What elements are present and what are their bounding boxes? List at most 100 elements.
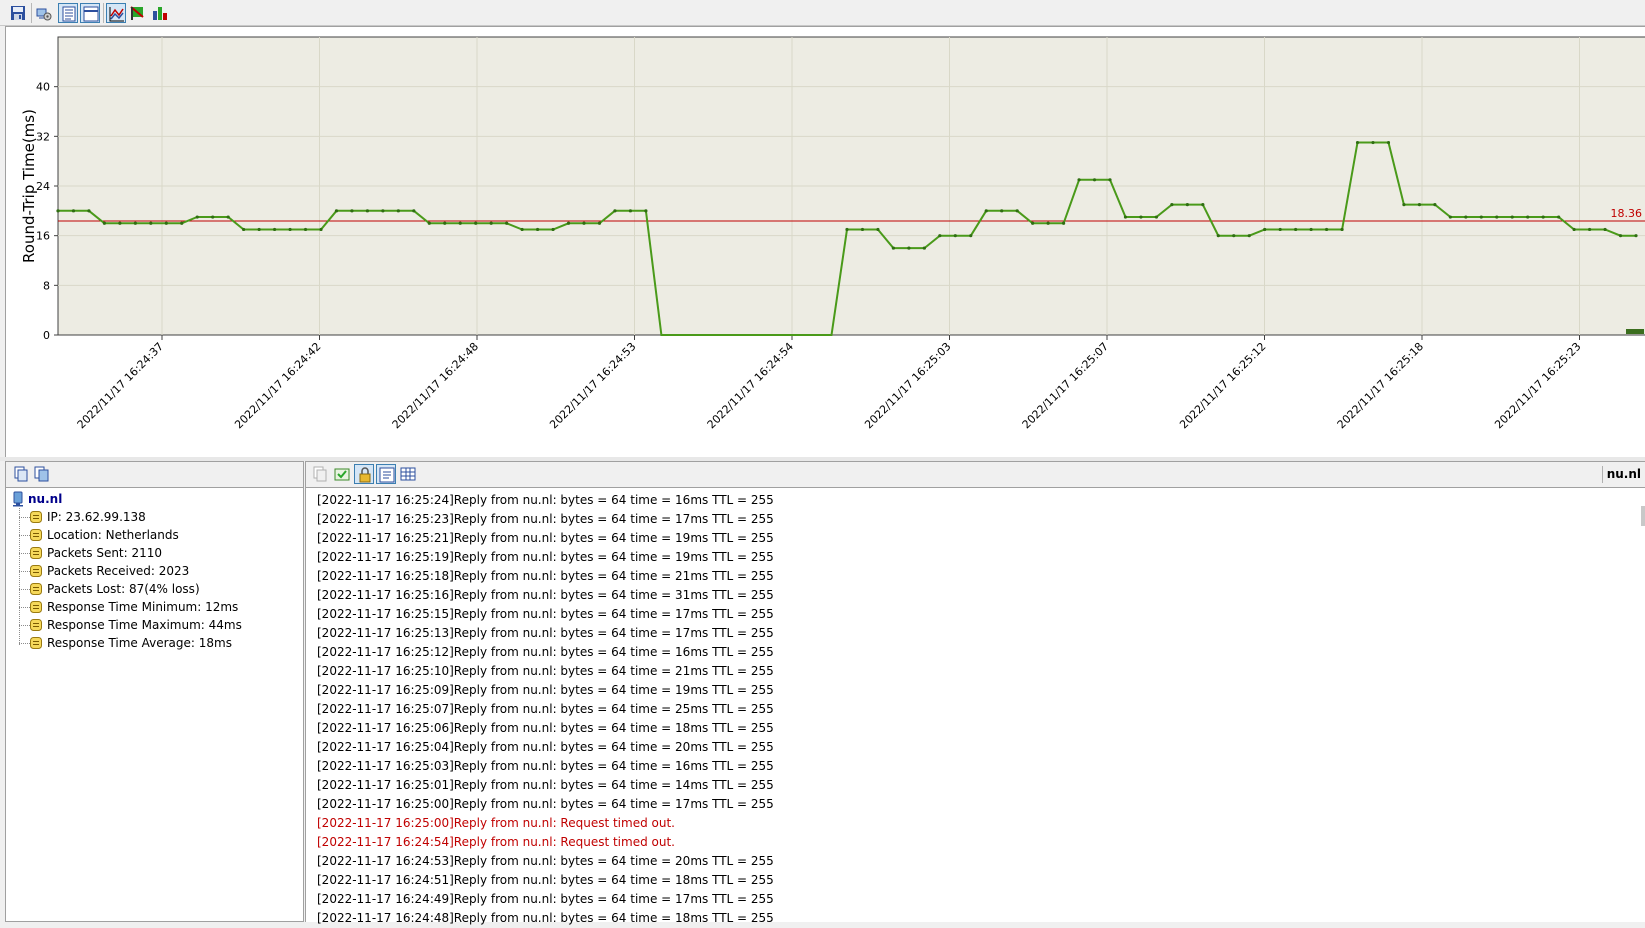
ping-log-pane: nu.nl [2022-11-17 16:25:24]Reply from nu… — [305, 461, 1645, 925]
tree-item[interactable]: Packets Lost: 87(4% loss) — [6, 580, 303, 598]
data-point — [1015, 209, 1019, 213]
bar-chart-button[interactable] — [150, 3, 170, 23]
data-point — [257, 227, 261, 232]
data-point — [505, 221, 509, 225]
log-row[interactable]: [2022-11-17 16:25:12]Reply from nu.nl: b… — [306, 643, 1645, 662]
data-point — [922, 246, 926, 250]
log-row[interactable]: [2022-11-17 16:25:07]Reply from nu.nl: b… — [306, 700, 1645, 719]
data-point — [350, 209, 354, 213]
flag-button[interactable] — [128, 3, 148, 23]
copy-disabled-icon — [313, 466, 327, 482]
bar-chart-icon — [153, 7, 167, 20]
data-point — [1386, 140, 1391, 145]
log-row[interactable]: [2022-11-17 16:25:00]Reply from nu.nl: b… — [306, 795, 1645, 814]
info-bullet-icon — [30, 565, 42, 577]
vertical-scrollbar[interactable] — [1641, 506, 1645, 526]
log-row[interactable]: [2022-11-17 16:25:06]Reply from nu.nl: b… — [306, 719, 1645, 738]
x-tick-label: 2022/11/17 16:25:23 — [1492, 340, 1583, 431]
tree-item[interactable]: Location: Netherlands — [6, 526, 303, 544]
filter-button[interactable] — [332, 464, 352, 484]
copy-button[interactable] — [11, 464, 31, 484]
text-view-button[interactable] — [376, 464, 396, 484]
data-point — [907, 246, 911, 250]
chart-scroll-marker[interactable] — [1626, 329, 1644, 334]
data-point — [953, 234, 957, 238]
log-row[interactable]: [2022-11-17 16:25:13]Reply from nu.nl: b… — [306, 624, 1645, 643]
log-row[interactable]: [2022-11-17 16:25:24]Reply from nu.nl: b… — [306, 491, 1645, 510]
log-row[interactable]: [2022-11-17 16:24:53]Reply from nu.nl: b… — [306, 852, 1645, 871]
lock-button[interactable] — [354, 464, 374, 484]
tree-item[interactable]: Response Time Average: 18ms — [6, 634, 303, 652]
network-settings-icon — [36, 8, 52, 21]
tree-item[interactable]: Packets Received: 2023 — [6, 562, 303, 580]
log-row[interactable]: [2022-11-17 16:25:15]Reply from nu.nl: b… — [306, 605, 1645, 624]
data-point — [1077, 178, 1081, 182]
log-row[interactable]: [2022-11-17 16:25:19]Reply from nu.nl: b… — [306, 548, 1645, 567]
log-row[interactable]: [2022-11-17 16:24:49]Reply from nu.nl: b… — [306, 890, 1645, 909]
tree-item-label: Location: Netherlands — [47, 528, 179, 542]
log-row[interactable]: [2022-11-17 16:25:01]Reply from nu.nl: b… — [306, 776, 1645, 795]
data-point — [1526, 215, 1530, 219]
info-bullet-icon — [30, 619, 42, 631]
copy-log-button[interactable] — [310, 464, 330, 484]
log-row[interactable]: [2022-11-17 16:25:10]Reply from nu.nl: b… — [306, 662, 1645, 681]
tree-item-label: IP: 23.62.99.138 — [47, 510, 146, 524]
data-point — [891, 246, 896, 250]
data-point — [1061, 221, 1066, 225]
line-chart-button[interactable] — [106, 3, 126, 23]
table-view-button[interactable] — [398, 464, 418, 484]
data-point — [1294, 227, 1298, 232]
lock-icon — [359, 467, 371, 483]
data-point — [1046, 221, 1050, 225]
log-row[interactable]: [2022-11-17 16:25:18]Reply from nu.nl: b… — [306, 567, 1645, 586]
network-settings-button[interactable] — [34, 3, 54, 23]
data-point — [1247, 234, 1251, 238]
data-point — [87, 209, 91, 213]
log-row[interactable]: [2022-11-17 16:25:09]Reply from nu.nl: b… — [306, 681, 1645, 700]
toolbar-separator — [31, 3, 32, 23]
log-row[interactable]: [2022-11-17 16:25:16]Reply from nu.nl: b… — [306, 586, 1645, 605]
data-point — [1557, 215, 1561, 219]
data-point — [1263, 227, 1267, 232]
data-point — [1324, 227, 1329, 232]
log-row[interactable]: [2022-11-17 16:25:03]Reply from nu.nl: b… — [306, 757, 1645, 776]
tree-connector — [19, 517, 30, 518]
list-view-button[interactable] — [58, 3, 78, 23]
tree-root-host[interactable]: nu.nl — [6, 490, 303, 508]
host-icon — [13, 491, 23, 507]
x-tick-label: 2022/11/17 16:24:37 — [75, 340, 166, 431]
tree-connector — [19, 589, 30, 590]
log-row[interactable]: [2022-11-17 16:24:51]Reply from nu.nl: b… — [306, 871, 1645, 890]
tree-toolbar — [6, 462, 303, 488]
data-point — [644, 209, 648, 213]
x-axis-ticks: 2022/11/17 16:24:37 2022/11/17 16:24:42 20… — [75, 335, 1584, 431]
copy-all-button[interactable] — [32, 464, 52, 484]
info-bullet-icon — [30, 547, 42, 559]
log-row[interactable]: [2022-11-17 16:25:21]Reply from nu.nl: b… — [306, 529, 1645, 548]
tree-item[interactable]: Response Time Maximum: 44ms — [6, 616, 303, 634]
data-point — [102, 221, 107, 225]
log-row[interactable]: [2022-11-17 16:25:04]Reply from nu.nl: b… — [306, 738, 1645, 757]
tree-item[interactable]: Packets Sent: 2110 — [6, 544, 303, 562]
save-button[interactable] — [8, 3, 28, 23]
tree-item-label: Packets Received: 2023 — [47, 564, 190, 578]
save-icon — [11, 6, 25, 20]
data-point — [71, 209, 76, 213]
data-point — [1355, 140, 1360, 145]
data-point — [984, 209, 988, 213]
data-point — [1340, 227, 1344, 232]
toolbar-separator — [103, 3, 104, 23]
data-point — [597, 221, 602, 225]
log-row-timeout[interactable]: [2022-11-17 16:24:54]Reply from nu.nl: R… — [306, 833, 1645, 852]
log-row[interactable]: [2022-11-17 16:25:23]Reply from nu.nl: b… — [306, 510, 1645, 529]
data-point — [1092, 178, 1097, 182]
log-row-timeout[interactable]: [2022-11-17 16:25:00]Reply from nu.nl: R… — [306, 814, 1645, 833]
data-point — [520, 227, 524, 232]
data-point — [443, 221, 447, 225]
detail-view-button[interactable] — [80, 3, 100, 23]
tree-item[interactable]: IP: 23.62.99.138 — [6, 508, 303, 526]
log-row[interactable]: [2022-11-17 16:24:48]Reply from nu.nl: b… — [306, 909, 1645, 928]
tree-connector — [19, 553, 30, 554]
data-point — [56, 209, 60, 213]
tree-item[interactable]: Response Time Minimum: 12ms — [6, 598, 303, 616]
